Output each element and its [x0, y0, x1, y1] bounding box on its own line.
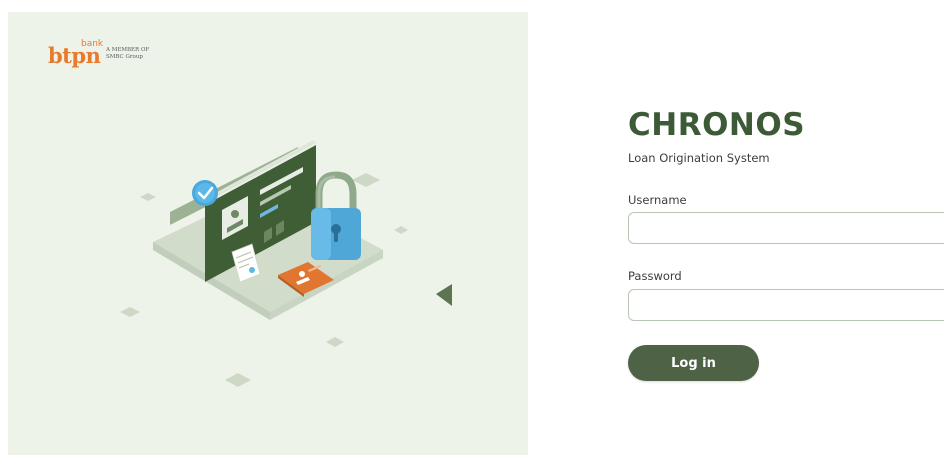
login-button[interactable]: Log in — [628, 345, 759, 381]
password-label: Password — [628, 269, 682, 283]
check-badge-icon — [192, 180, 218, 206]
security-illustration — [120, 140, 452, 387]
password-input[interactable] — [628, 289, 944, 321]
illustration-panel: bank btpn A MEMBER OF SMBC Group — [8, 12, 528, 455]
login-page: bank btpn A MEMBER OF SMBC Group CHRONOS… — [0, 0, 944, 459]
app-title: CHRONOS — [628, 107, 806, 143]
arrow-shape — [436, 284, 452, 306]
app-subtitle: Loan Origination System — [628, 151, 770, 165]
username-input[interactable] — [628, 212, 944, 244]
padlock-icon — [311, 171, 361, 260]
username-label: Username — [628, 193, 687, 207]
